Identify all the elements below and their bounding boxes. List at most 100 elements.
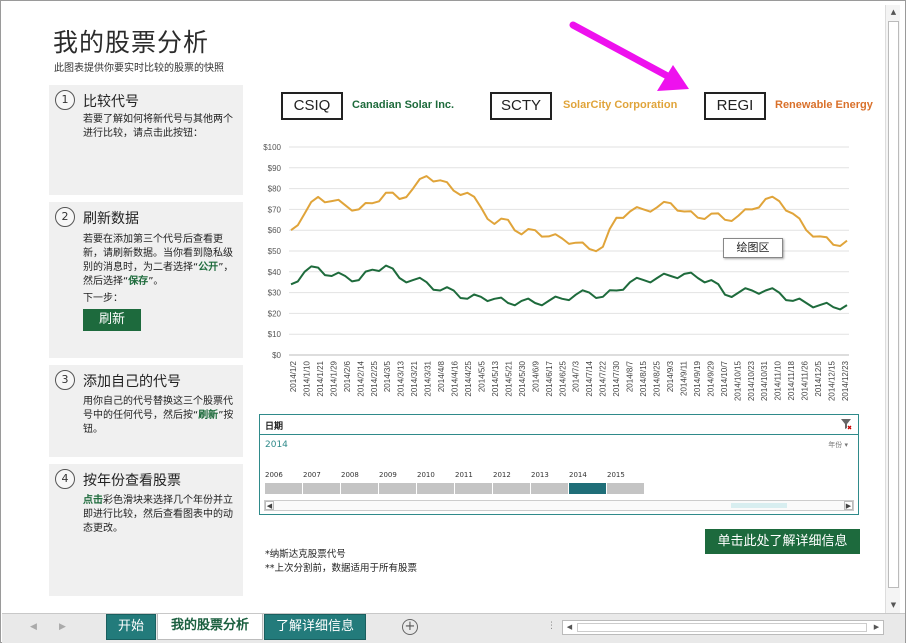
next-step-label: 下一步： xyxy=(83,293,123,304)
x-tick-label: 2014/6/25 xyxy=(558,360,567,396)
y-tick-label: $0 xyxy=(272,351,281,360)
timeline-scroll-thumb[interactable] xyxy=(731,503,787,508)
horizontal-scrollbar[interactable]: ◀ ▶ xyxy=(562,620,884,635)
x-tick-label: 2014/3/13 xyxy=(397,360,406,396)
x-tick-label: 2014/2/6 xyxy=(343,360,352,392)
x-tick-label: 2014/3/31 xyxy=(424,360,433,396)
timeline-year-label: 2013 xyxy=(531,471,549,479)
sheet-tab-start[interactable]: 开始 xyxy=(106,614,156,640)
scroll-right-icon[interactable]: ▶ xyxy=(871,622,882,633)
timeline-year-label: 2010 xyxy=(417,471,435,479)
timeline-year-bar[interactable] xyxy=(531,483,568,494)
step-refresh-panel: 2 刷新数据 若要在添加第三个代号后查看更新，请刷新数据。当你看到隐私级别的消息… xyxy=(49,202,243,358)
y-tick-label: $20 xyxy=(268,309,282,318)
timeline-selected-period: 2014 xyxy=(265,440,288,450)
x-tick-label: 2014/1/29 xyxy=(329,360,338,396)
timeline-year-label: 2015 xyxy=(607,471,625,479)
prev-sheet-icon[interactable]: ◀ xyxy=(30,622,37,632)
x-tick-label: 2014/9/11 xyxy=(679,360,688,396)
y-tick-label: $90 xyxy=(268,164,282,173)
clear-filter-icon[interactable] xyxy=(840,418,852,433)
refresh-keyword: 刷新 xyxy=(198,410,219,421)
learn-more-button[interactable]: 单击此处了解详细信息 xyxy=(705,529,860,554)
scroll-up-icon[interactable]: ▲ xyxy=(888,7,899,18)
workbook-window: 我的股票分析 此图表提供你要实时比较的股票的快照 1 比较代号 若要了解如何将新… xyxy=(0,0,906,643)
x-tick-label: 2014/7/3 xyxy=(572,360,581,392)
sheet-tab-my-stock-analysis[interactable]: 我的股票分析 xyxy=(157,614,263,640)
x-tick-label: 2014/9/3 xyxy=(666,360,675,392)
stock-line-chart[interactable]: $0 $10 $20 $30 $40 $50 $60 $70 $80 $90 $100 2014/1/… xyxy=(253,137,853,407)
x-tick-label: 2014/7/14 xyxy=(585,360,594,396)
x-tick-label: 2014/8/7 xyxy=(626,360,635,392)
timeline-header: 日期 xyxy=(260,415,858,435)
tab-split-handle-icon[interactable]: ⋮ xyxy=(547,621,556,631)
scroll-right-icon[interactable]: ▶ xyxy=(844,501,853,510)
vertical-scrollbar[interactable]: ▲ ▼ xyxy=(885,5,900,613)
ticker-box-csiq[interactable]: CSIQ xyxy=(281,92,343,120)
step-description: 用你自己的代号替换这三个股票代号中的任何代号，然后按“刷新”按钮。 xyxy=(83,395,235,437)
timeline-year-bar[interactable] xyxy=(607,483,644,494)
x-tick-label: 2014/12/23 xyxy=(841,360,850,401)
public-keyword: 公开 xyxy=(198,262,219,273)
y-tick-label: $30 xyxy=(268,289,282,298)
timeline-year-bar[interactable] xyxy=(341,483,378,494)
x-tick-label: 2014/1/2 xyxy=(289,360,298,392)
date-timeline-slicer[interactable]: 日期 2014 年份 ▾ 2006 2007 2008 2009 2010 2011 201… xyxy=(259,414,859,515)
next-sheet-icon[interactable]: ▶ xyxy=(59,622,66,632)
step-compare-panel: 1 比较代号 若要了解如何将新代号与其他两个进行比较，请点击此按钮： xyxy=(49,85,243,195)
timeline-scrollbar[interactable]: ◀ ▶ xyxy=(264,500,854,511)
scroll-left-icon[interactable]: ◀ xyxy=(265,501,274,510)
ticker-box-scty[interactable]: SCTY xyxy=(490,92,552,120)
ticker-box-regi[interactable]: REGI xyxy=(704,92,766,120)
page-title: 我的股票分析 xyxy=(53,28,210,57)
timeline-level-label: 年份 xyxy=(828,441,843,449)
step-view-by-year-panel: 4 按年份查看股票 点击彩色滑块来选择几个年份并立即进行比较，然后查看图表中的动… xyxy=(49,464,243,596)
timeline-year-bar[interactable] xyxy=(417,483,454,494)
timeline-year-label: 2007 xyxy=(303,471,321,479)
step-title: 按年份查看股票 xyxy=(83,473,181,489)
vertical-scroll-thumb[interactable] xyxy=(888,21,899,588)
timeline-year-label: 2009 xyxy=(379,471,397,479)
timeline-year-bar[interactable] xyxy=(265,483,302,494)
y-tick-label: $60 xyxy=(268,226,282,235)
x-tick-label: 2014/5/13 xyxy=(491,360,500,396)
refresh-button[interactable]: 刷新 xyxy=(83,309,141,331)
timeline-level-dropdown[interactable]: 年份 ▾ xyxy=(828,440,848,450)
x-tick-label: 2014/3/5 xyxy=(383,360,392,392)
x-tick-label: 2014/2/25 xyxy=(370,360,379,396)
footnote-split: **上次分割前，数据适用于所有股票 xyxy=(265,563,418,574)
chevron-down-icon: ▾ xyxy=(844,441,848,449)
x-tick-label: 2014/11/10 xyxy=(774,360,783,400)
sheet-tab-learn-more[interactable]: 了解详细信息 xyxy=(264,614,366,640)
timeline-year-label: 2008 xyxy=(341,471,359,479)
timeline-selected-year-bar[interactable] xyxy=(569,483,606,494)
timeline-year-bar[interactable] xyxy=(379,483,416,494)
y-tick-label: $100 xyxy=(263,143,281,152)
x-tick-label: 2014/6/17 xyxy=(545,360,554,396)
x-tick-label: 2014/10/23 xyxy=(747,360,756,401)
x-tick-label: 2014/6/9 xyxy=(531,360,540,392)
timeline-year-bar[interactable] xyxy=(455,483,492,494)
y-tick-label: $70 xyxy=(268,205,282,214)
step-number: 2 xyxy=(55,207,75,227)
scroll-left-icon[interactable]: ◀ xyxy=(564,622,575,633)
step-add-ticker-panel: 3 添加自己的代号 用你自己的代号替换这三个股票代号中的任何代号，然后按“刷新”… xyxy=(49,365,243,457)
step-text: ”。 xyxy=(148,276,164,287)
add-sheet-icon[interactable]: + xyxy=(402,619,418,635)
sheet-tab-bar: ◀ ▶ 开始 我的股票分析 了解详细信息 + ⋮ ◀ ▶ xyxy=(2,613,905,643)
x-tick-label: 2014/4/16 xyxy=(451,360,460,396)
y-tick-label: $80 xyxy=(268,185,282,194)
x-tick-label: 2014/9/29 xyxy=(706,360,715,396)
timeline-year-bar[interactable] xyxy=(493,483,530,494)
ticker-name-csiq: Canadian Solar Inc. xyxy=(352,99,455,111)
horizontal-scroll-thumb[interactable] xyxy=(577,623,867,632)
x-tick-label: 2014/7/22 xyxy=(599,360,608,396)
x-tick-label: 2014/4/8 xyxy=(437,360,446,392)
y-tick-label: $50 xyxy=(268,247,282,256)
scroll-down-icon[interactable]: ▼ xyxy=(888,600,899,611)
step-title: 刷新数据 xyxy=(83,211,139,227)
timeline-year-bar[interactable] xyxy=(303,483,340,494)
step-description: 点击彩色滑块来选择几个年份并立即进行比较，然后查看图表中的动态更改。 xyxy=(83,494,235,536)
plot-area-tooltip: 绘图区 xyxy=(723,238,783,258)
timeline-year-label: 2011 xyxy=(455,471,473,479)
